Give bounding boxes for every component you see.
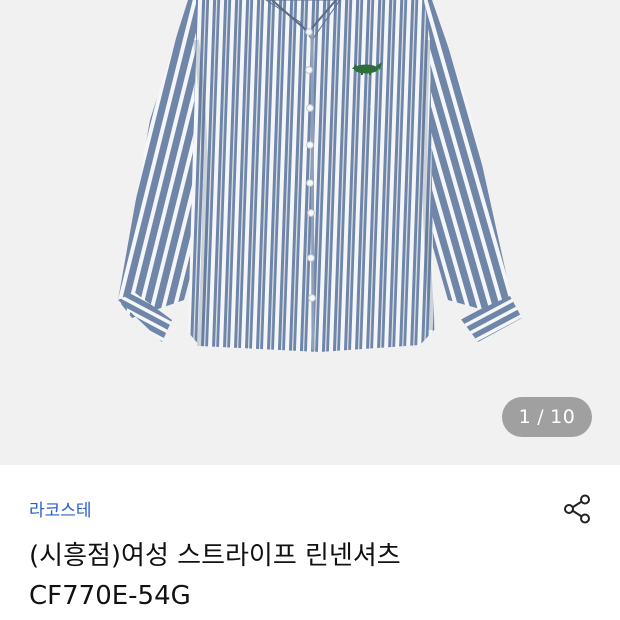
product-title-line1: (시흥점)여성 스트라이프 린넨셔츠: [29, 541, 401, 571]
product-title-line2: CF770E-54G: [29, 581, 191, 611]
image-counter: 1 / 10: [502, 397, 592, 437]
product-image: [118, 0, 522, 352]
image-counter-separator: /: [537, 406, 545, 428]
image-counter-total: 10: [550, 406, 576, 428]
product-image-gallery[interactable]: 1 / 10: [0, 0, 620, 465]
image-counter-current: 1: [518, 406, 532, 428]
product-title: (시흥점)여성 스트라이프 린넨셔츠 CF770E-54G: [29, 536, 589, 616]
share-button[interactable]: [558, 490, 596, 528]
share-icon: [564, 494, 590, 524]
brand-link[interactable]: 라코스테: [29, 496, 92, 521]
